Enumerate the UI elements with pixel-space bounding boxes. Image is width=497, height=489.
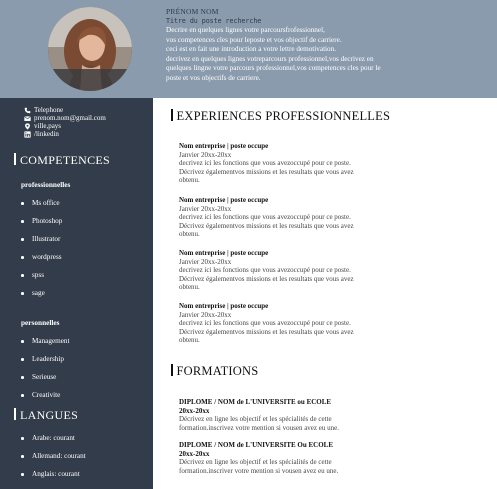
experience-desc: decrivez ici les fonctions que vous avez… [179, 319, 351, 328]
list-item: Creativite [21, 390, 70, 408]
formation-item: DIPLOME / NOM de L'UNIVERSITE ou ECOLE 2… [179, 398, 389, 432]
experience-date: Janvier 20xx-20xx [179, 150, 232, 159]
perso-skills-subheading: personnelles [21, 318, 60, 327]
formations-title: FORMATIONS [176, 364, 259, 378]
experience-title: Nom entreprise | poste occupe [179, 196, 269, 204]
langues-title: LANGUES [20, 408, 79, 422]
list-item: Arabe: courant [21, 433, 86, 451]
intro-line: decrivez en quelques lignes votreparcour… [166, 54, 374, 63]
profile-photo [48, 7, 132, 91]
experience-item: Nom entreprise | poste occupe Janvier 20… [179, 249, 409, 292]
formation-year: 20xx-20xx [179, 406, 210, 415]
competences-heading: COMPETENCES [14, 153, 110, 168]
experience-desc: obtenu. [179, 230, 200, 239]
formation-desc: Décrivez en ligne les objectif et les sp… [179, 458, 332, 467]
pro-skills-subheading: professionnelles [21, 180, 71, 189]
experience-date: Janvier 20xx-20xx [179, 310, 232, 319]
contact-location-text: ville,pays [34, 122, 62, 130]
experience-desc: Décrivez égalementvos missions et les re… [179, 167, 354, 176]
list-item: Anglais: courant [21, 469, 86, 487]
list-item: Illustrator [21, 234, 62, 252]
linkedin-icon [24, 130, 31, 138]
langues-list: Arabe: courant Allemand: courant Anglais… [21, 433, 86, 487]
phone-icon [24, 107, 31, 113]
contact-block: Telephone prenom.nom@gmail.com ville,pay… [24, 106, 106, 138]
contact-linkedin-text[interactable]: /linkedin [34, 130, 59, 138]
list-item: Allemand: courant [21, 451, 86, 469]
experience-date: Janvier 20xx-20xx [179, 204, 232, 213]
experience-desc: decrivez ici les fonctions que vous avez… [179, 266, 351, 275]
formations-heading: FORMATIONS [171, 364, 258, 379]
experience-desc: Décrivez égalementvos missions et les re… [179, 274, 354, 283]
experience-item: Nom entreprise | poste occupe Janvier 20… [179, 142, 409, 185]
heading-bar [14, 408, 16, 420]
contact-email-text[interactable]: prenom.nom@gmail.com [34, 114, 106, 122]
formation-year: 20xx-20xx [179, 449, 210, 458]
experience-desc: Décrivez égalementvos missions et les re… [179, 327, 354, 336]
sidebar: Telephone prenom.nom@gmail.com ville,pay… [0, 98, 153, 489]
list-item: Serieuse [21, 372, 70, 390]
experience-title: Nom entreprise | poste occupe [179, 249, 269, 257]
contact-location: ville,pays [24, 122, 106, 130]
experiences-heading: EXPERIENCES PROFESSIONNELLES [171, 109, 390, 124]
experiences-title: EXPERIENCES PROFESSIONNELLES [176, 109, 391, 123]
langues-heading: LANGUES [14, 408, 78, 423]
experience-item: Nom entreprise | poste occupe Janvier 20… [179, 302, 409, 345]
contact-linkedin: /linkedin [24, 130, 106, 138]
list-item: spss [21, 270, 62, 288]
candidate-name: PRÉNOM NOM [166, 7, 219, 16]
perso-skills-list: Management Leadership Serieuse Creativit… [21, 336, 70, 408]
experience-desc: obtenu. [179, 336, 200, 345]
job-title: Titre du poste recherche [166, 16, 262, 25]
experience-desc: Décrivez égalementvos missions et les re… [179, 221, 354, 230]
heading-bar [171, 364, 173, 376]
intro-line: ceci est en fait une introduction a votr… [166, 45, 337, 53]
list-item: Ms office [21, 198, 62, 216]
experience-desc: obtenu. [179, 176, 200, 185]
experience-desc: obtenu. [179, 283, 200, 292]
contact-phone-text: Telephone [34, 106, 64, 114]
experience-date: Janvier 20xx-20xx [179, 257, 232, 266]
formation-desc: formation.inscriver votre mention si vou… [179, 466, 339, 475]
experience-desc: decrivez ici les fonctions que vous avez… [179, 159, 351, 168]
heading-bar [14, 153, 16, 165]
contact-email: prenom.nom@gmail.com [24, 114, 106, 122]
heading-bar [171, 109, 173, 121]
list-item: wordpress [21, 252, 62, 270]
intro-line: quelques lingne votre parcours professio… [166, 64, 381, 72]
main-content: EXPERIENCES PROFESSIONNELLES Nom entrepr… [153, 98, 497, 489]
header: PRÉNOM NOM Titre du poste recherche Decr… [0, 0, 497, 98]
formation-item: DIPLOME / NOM de L'UNIVERSITE Ou ECOLE 2… [179, 441, 389, 475]
intro-block: PRÉNOM NOM Titre du poste recherche Decr… [166, 7, 494, 83]
list-item: Leadership [21, 354, 70, 372]
intro-line: poste et vos objectifs de carriere. [166, 73, 261, 82]
experience-title: Nom entreprise | poste occupe [179, 302, 269, 310]
pro-skills-list: Ms office Photoshop Illustrator wordpres… [21, 198, 62, 306]
competences-title: COMPETENCES [20, 153, 110, 167]
list-item: Management [21, 336, 70, 354]
intro-line: Decrire en quelques lignes votre parcour… [166, 26, 325, 34]
map-pin-icon [25, 122, 30, 130]
contact-phone: Telephone [24, 106, 106, 114]
list-item: Photoshop [21, 216, 62, 234]
experience-title: Nom entreprise | poste occupe [179, 142, 269, 150]
formation-desc: formation.inscrivez votre mention si vou… [179, 423, 339, 432]
formation-title: DIPLOME / NOM de L'UNIVERSITE ou ECOLE [179, 398, 332, 406]
envelope-icon [24, 115, 31, 121]
profile-portrait-image [48, 7, 132, 91]
experience-item: Nom entreprise | poste occupe Janvier 20… [179, 196, 409, 239]
formation-desc: Décrivez en ligne les objectif et les sp… [179, 415, 332, 424]
list-item: sage [21, 288, 62, 306]
experience-desc: decrivez ici les fonctions que vous avez… [179, 213, 351, 222]
intro-line: vos competences cles pour leposte et vos… [166, 35, 342, 44]
formation-title: DIPLOME / NOM de L'UNIVERSITE Ou ECOLE [179, 441, 334, 449]
